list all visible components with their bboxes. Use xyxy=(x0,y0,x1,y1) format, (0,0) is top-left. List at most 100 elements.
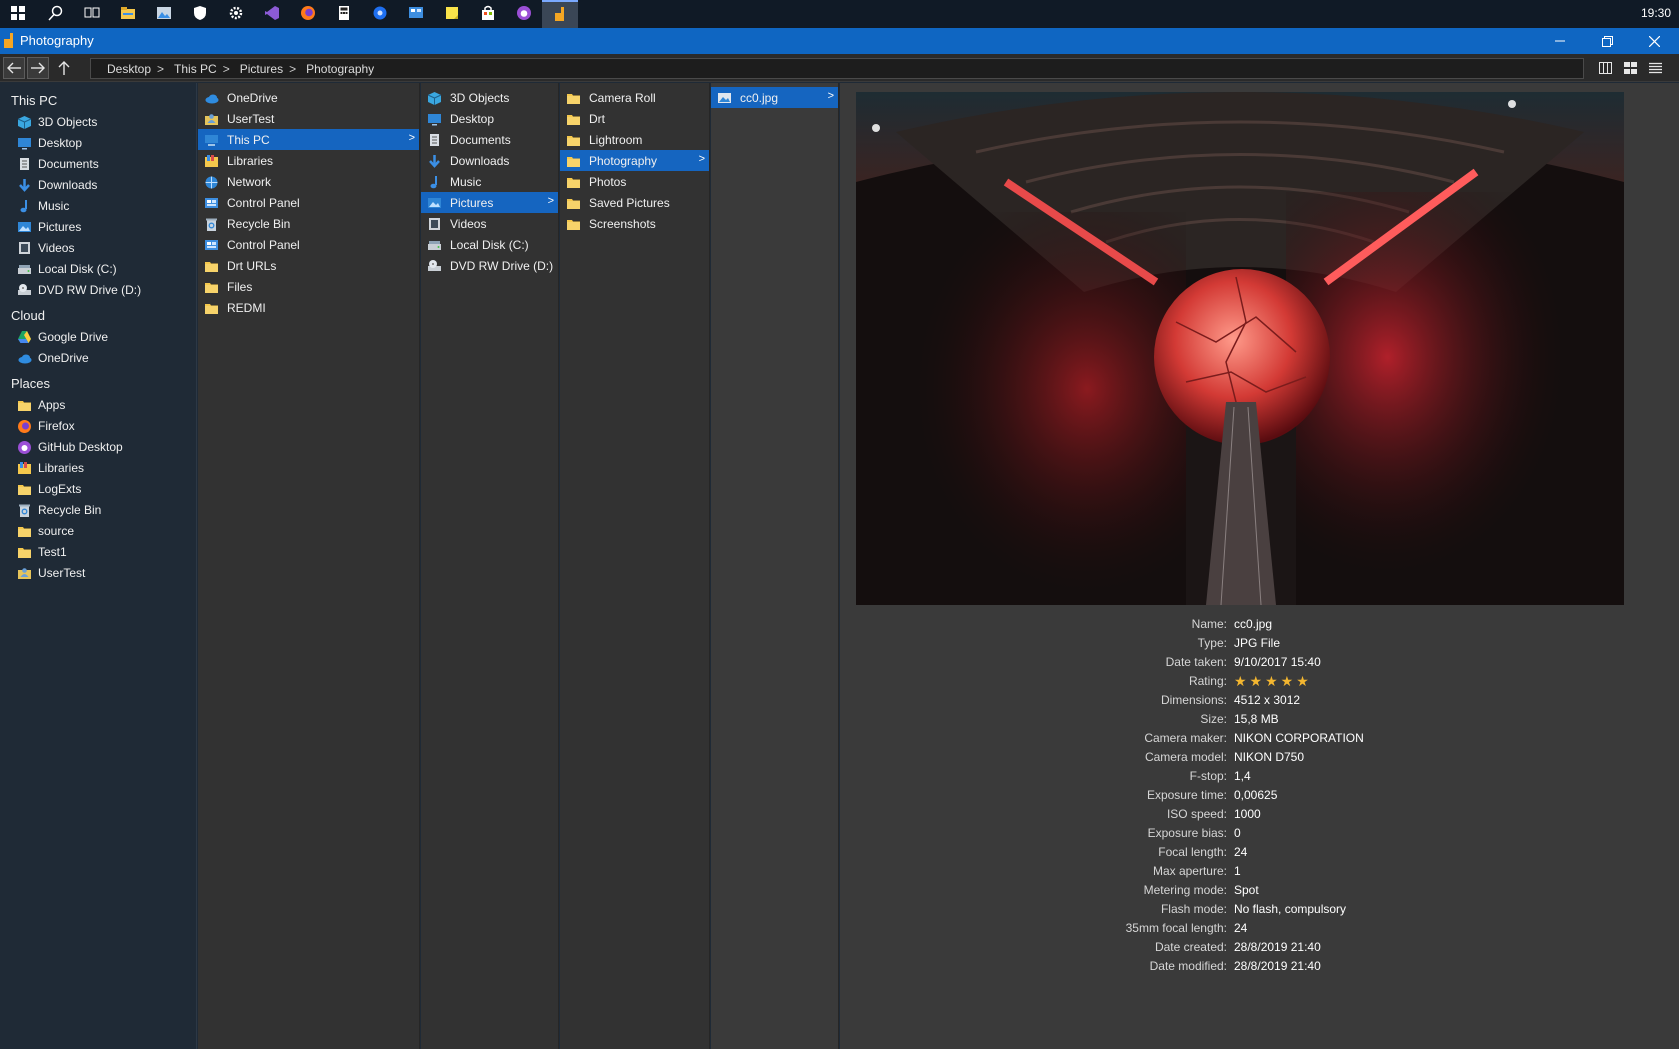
sidebar-item-dvd-rw-drive-d[interactable]: DVD RW Drive (D:) xyxy=(0,279,196,300)
taskbar-button-sticky-notes[interactable] xyxy=(434,0,470,28)
breadcrumb-item-pictures[interactable]: Pictures xyxy=(240,62,283,76)
column-item-desktop[interactable]: Desktop xyxy=(421,108,558,129)
property-row-camera-model: Camera model: NIKON D750 xyxy=(840,748,1679,767)
column-item-saved-pictures[interactable]: Saved Pictures xyxy=(560,192,709,213)
sidebar-heading-this-pc[interactable]: This PC xyxy=(0,91,196,111)
taskbar-button-github-desktop[interactable] xyxy=(506,0,542,28)
folder-icon xyxy=(204,280,219,294)
up-button[interactable] xyxy=(53,57,75,79)
taskbar-button-firefox[interactable] xyxy=(290,0,326,28)
breadcrumb-item-desktop[interactable]: Desktop xyxy=(107,62,151,76)
sidebar-item-recycle-bin[interactable]: Recycle Bin xyxy=(0,499,196,520)
column-item-music[interactable]: Music xyxy=(421,171,558,192)
taskbar-button-shield[interactable] xyxy=(182,0,218,28)
breadcrumb-item-this-pc[interactable]: This PC xyxy=(174,62,217,76)
sidebar-heading-places[interactable]: Places xyxy=(0,374,196,394)
column-item-videos[interactable]: Videos xyxy=(421,213,558,234)
files-app-icon xyxy=(552,6,568,25)
column-item-label: 3D Objects xyxy=(450,90,510,105)
sidebar-item-onedrive[interactable]: OneDrive xyxy=(0,347,196,368)
breadcrumb[interactable]: Desktop > This PC > Pictures > Photograp… xyxy=(90,58,1584,79)
taskbar-button-calculator[interactable] xyxy=(326,0,362,28)
sidebar-item-desktop[interactable]: Desktop xyxy=(0,132,196,153)
column-item-usertest[interactable]: UserTest xyxy=(198,108,419,129)
taskbar-button-blue-circle-app[interactable] xyxy=(362,0,398,28)
taskbar-button-windows-start[interactable] xyxy=(0,0,36,28)
sidebar-item-videos[interactable]: Videos xyxy=(0,237,196,258)
rating-stars[interactable]: ★★★★★ xyxy=(1234,672,1312,691)
sidebar-item-documents[interactable]: Documents xyxy=(0,153,196,174)
column-item-screenshots[interactable]: Screenshots xyxy=(560,213,709,234)
sidebar-item-label: Recycle Bin xyxy=(38,502,102,517)
taskbar-button-search[interactable] xyxy=(38,0,74,28)
breadcrumb-item-photography[interactable]: Photography xyxy=(306,62,374,76)
taskbar-button-files-app[interactable] xyxy=(542,0,578,28)
property-row-camera-maker: Camera maker: NIKON CORPORATION xyxy=(840,729,1679,748)
column-item-dvd-rw-drive-d[interactable]: DVD RW Drive (D:) xyxy=(421,255,558,276)
3d-objects-icon xyxy=(17,115,32,129)
folder-icon xyxy=(204,301,219,315)
taskbar-button-control-panel[interactable] xyxy=(398,0,434,28)
column-item-control-panel[interactable]: Control Panel xyxy=(198,234,419,255)
column-item-recycle-bin[interactable]: Recycle Bin xyxy=(198,213,419,234)
sidebar-item-google-drive[interactable]: Google Drive xyxy=(0,326,196,347)
taskbar-button-task-view[interactable] xyxy=(74,0,110,28)
sidebar-item-music[interactable]: Music xyxy=(0,195,196,216)
column-item-files[interactable]: Files xyxy=(198,276,419,297)
column-item-pictures[interactable]: Pictures > xyxy=(421,192,558,213)
sidebar-item-label: Apps xyxy=(38,397,66,412)
column-item-lightroom[interactable]: Lightroom xyxy=(560,129,709,150)
sidebar-item-local-disk-c[interactable]: Local Disk (C:) xyxy=(0,258,196,279)
sidebar-item-pictures[interactable]: Pictures xyxy=(0,216,196,237)
property-row-max-aperture: Max aperture: 1 xyxy=(840,862,1679,881)
column-item-label: This PC xyxy=(227,132,270,147)
column-item-camera-roll[interactable]: Camera Roll xyxy=(560,87,709,108)
column-item-photography[interactable]: Photography > xyxy=(560,150,709,171)
network-icon xyxy=(204,175,219,189)
sidebar-item-3d-objects[interactable]: 3D Objects xyxy=(0,111,196,132)
close-button[interactable] xyxy=(1631,28,1677,54)
sidebar-heading-cloud[interactable]: Cloud xyxy=(0,306,196,326)
property-value: NIKON CORPORATION xyxy=(1234,731,1364,745)
taskbar-clock[interactable]: 19:30 xyxy=(1641,6,1671,20)
minimize-button[interactable] xyxy=(1537,28,1583,54)
property-row-focal-length: Focal length: 24 xyxy=(840,843,1679,862)
column-item-drt-urls[interactable]: Drt URLs xyxy=(198,255,419,276)
column-item-cc0-jpg[interactable]: cc0.jpg > xyxy=(711,87,838,108)
column-item-downloads[interactable]: Downloads xyxy=(421,150,558,171)
taskbar-button-visual-studio[interactable] xyxy=(254,0,290,28)
taskbar-button-photos[interactable] xyxy=(146,0,182,28)
tiles-view-button[interactable] xyxy=(1619,58,1641,78)
taskbar-button-settings-gear[interactable] xyxy=(218,0,254,28)
column-item-local-disk-c[interactable]: Local Disk (C:) xyxy=(421,234,558,255)
sidebar-item-github-desktop[interactable]: GitHub Desktop xyxy=(0,436,196,457)
file-explorer-icon xyxy=(120,5,136,24)
details-view-button[interactable] xyxy=(1644,58,1666,78)
sidebar-item-libraries[interactable]: Libraries xyxy=(0,457,196,478)
column-item-control-panel[interactable]: Control Panel xyxy=(198,192,419,213)
restore-button[interactable] xyxy=(1584,28,1630,54)
column-item-onedrive[interactable]: OneDrive xyxy=(198,87,419,108)
column-item-3d-objects[interactable]: 3D Objects xyxy=(421,87,558,108)
column-item-documents[interactable]: Documents xyxy=(421,129,558,150)
back-button[interactable] xyxy=(3,57,25,79)
column-item-photos[interactable]: Photos xyxy=(560,171,709,192)
taskbar-button-store[interactable] xyxy=(470,0,506,28)
column-item-redmi[interactable]: REDMI xyxy=(198,297,419,318)
column-item-label: Drt URLs xyxy=(227,258,277,273)
sidebar-item-usertest[interactable]: UserTest xyxy=(0,562,196,583)
taskbar-button-file-explorer[interactable] xyxy=(110,0,146,28)
column-item-network[interactable]: Network xyxy=(198,171,419,192)
column-item-this-pc[interactable]: This PC > xyxy=(198,129,419,150)
column-item-libraries[interactable]: Libraries xyxy=(198,150,419,171)
sidebar-item-logexts[interactable]: LogExts xyxy=(0,478,196,499)
sidebar-item-firefox[interactable]: Firefox xyxy=(0,415,196,436)
dvd-drive-icon xyxy=(17,283,32,297)
sidebar-item-apps[interactable]: Apps xyxy=(0,394,196,415)
columns-view-button[interactable] xyxy=(1594,58,1616,78)
forward-button[interactable] xyxy=(27,57,49,79)
sidebar-item-downloads[interactable]: Downloads xyxy=(0,174,196,195)
sidebar-item-source[interactable]: source xyxy=(0,520,196,541)
column-item-drt[interactable]: Drt xyxy=(560,108,709,129)
sidebar-item-test1[interactable]: Test1 xyxy=(0,541,196,562)
